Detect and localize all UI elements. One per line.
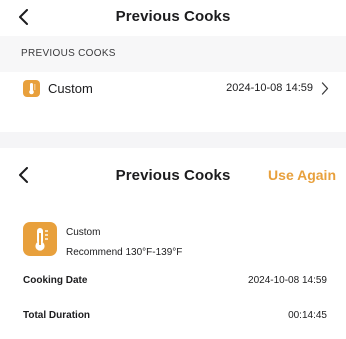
cook-name: Custom — [66, 227, 101, 238]
section-header: PREVIOUS COOKS — [0, 36, 346, 72]
previous-cooks-list-screen: Previous Cooks PREVIOUS COOKS Custom 202… — [0, 0, 346, 132]
previous-cook-detail-screen: Previous Cooks Use Again Custom Recommen… — [0, 148, 346, 339]
screen-separator — [0, 132, 346, 148]
section-header-label: PREVIOUS COOKS — [21, 48, 116, 59]
list-item[interactable]: Custom 2024-10-08 14:59 — [0, 72, 346, 106]
page-title: Previous Cooks — [115, 8, 231, 25]
cooking-date-row: Cooking Date 2024-10-08 14:59 — [0, 275, 346, 291]
nav-bar: Previous Cooks — [0, 0, 346, 34]
nav-bar: Previous Cooks Use Again — [0, 148, 346, 208]
chevron-right-icon — [321, 82, 329, 95]
total-duration-row: Total Duration 00:14:45 — [0, 310, 346, 326]
cook-detail-card: Custom Recommend 130°F-139°F Cooking Dat… — [0, 208, 346, 339]
cooking-date-label: Cooking Date — [23, 275, 88, 286]
thermometer-icon — [23, 222, 57, 256]
thermometer-icon — [23, 80, 40, 97]
cooking-date-value: 2024-10-08 14:59 — [248, 275, 327, 286]
total-duration-label: Total Duration — [23, 310, 91, 321]
total-duration-value: 00:14:45 — [288, 310, 327, 321]
cook-name: Custom — [48, 81, 93, 96]
recommend-range: Recommend 130°F-139°F — [66, 247, 183, 258]
cook-date: 2024-10-08 14:59 — [226, 82, 313, 94]
use-again-button[interactable]: Use Again — [268, 167, 336, 183]
